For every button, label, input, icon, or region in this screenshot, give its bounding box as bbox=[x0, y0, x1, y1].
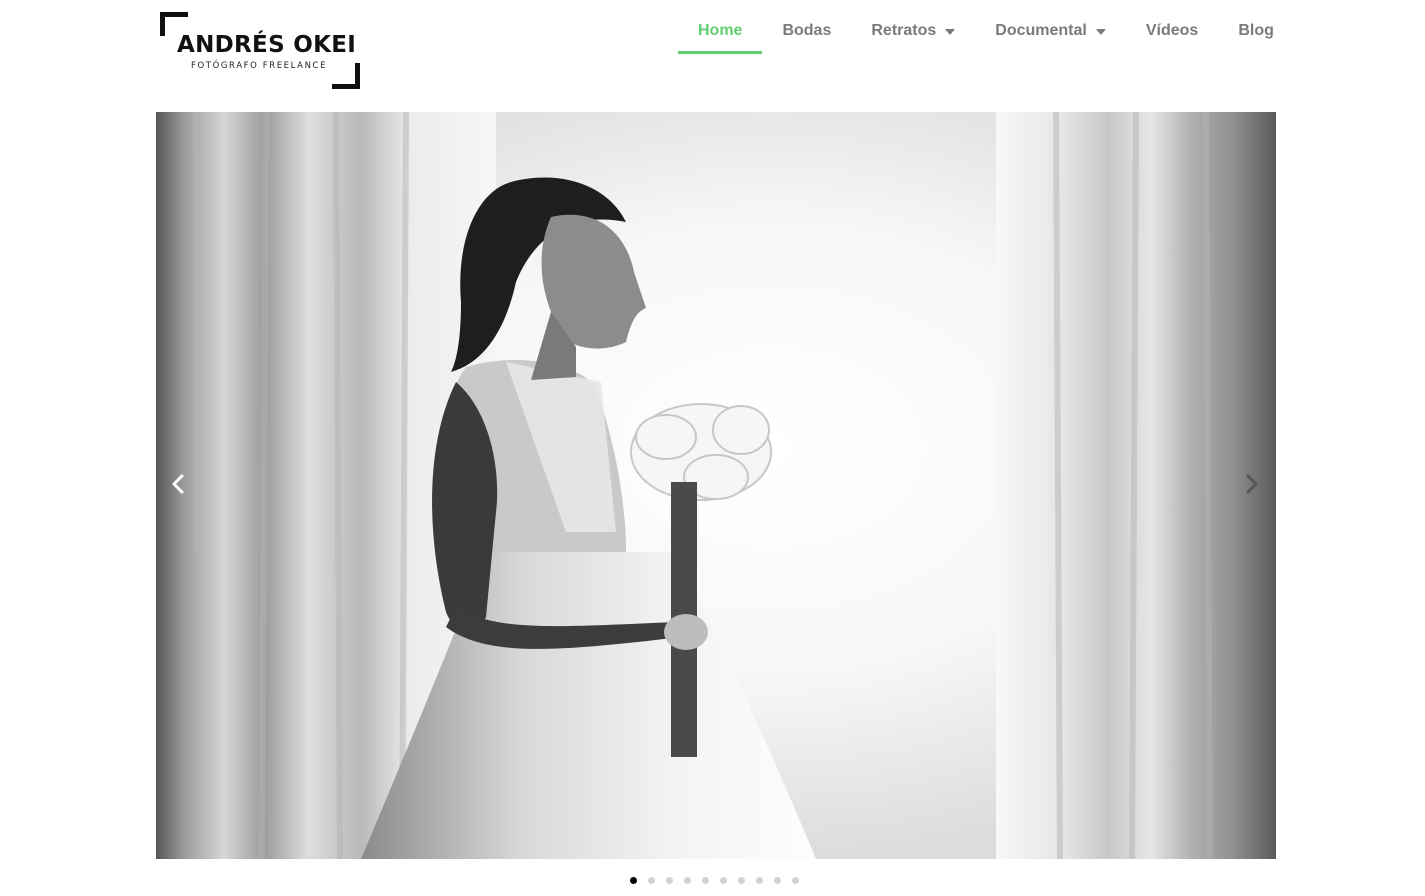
logo-subtitle: FOTÓGRAFO FREELANCE bbox=[191, 61, 328, 71]
chevron-left-icon bbox=[172, 474, 184, 494]
hero-slider[interactable] bbox=[156, 112, 1276, 859]
slider-dot[interactable] bbox=[648, 877, 655, 884]
slider-dot[interactable] bbox=[630, 877, 637, 884]
slider-dot[interactable] bbox=[774, 877, 781, 884]
nav-item-label: Vídeos bbox=[1145, 22, 1199, 39]
slider-dot[interactable] bbox=[702, 877, 709, 884]
logo-name: ANDRÉS OKEI bbox=[177, 32, 357, 58]
nav-item-label: Blog bbox=[1238, 22, 1274, 39]
slide-image-bride bbox=[156, 112, 1276, 859]
nav-item-documental[interactable]: Documental bbox=[975, 10, 1126, 54]
slider-dot[interactable] bbox=[738, 877, 745, 884]
slider-dot[interactable] bbox=[666, 877, 673, 884]
nav-item-bodas[interactable]: Bodas bbox=[762, 10, 851, 54]
nav-item-videos[interactable]: Vídeos bbox=[1126, 10, 1218, 54]
nav-item-label: Documental bbox=[995, 22, 1087, 39]
slider-dot[interactable] bbox=[756, 877, 763, 884]
slider-dot[interactable] bbox=[792, 877, 799, 884]
bouquet bbox=[630, 403, 772, 501]
nav-item-retratos[interactable]: Retratos bbox=[851, 10, 975, 54]
slider-pagination bbox=[630, 877, 799, 884]
logo-corner-top-left-vertical bbox=[160, 12, 165, 36]
chevron-down-icon bbox=[1095, 29, 1106, 35]
chevron-right-icon bbox=[1246, 474, 1258, 494]
nav-item-label: Retratos bbox=[871, 22, 937, 39]
slider-dot[interactable] bbox=[720, 877, 727, 884]
slider-next-button[interactable] bbox=[1235, 467, 1269, 501]
nav-item-home[interactable]: Home bbox=[678, 10, 763, 54]
slider-dot[interactable] bbox=[684, 877, 691, 884]
chevron-down-icon bbox=[945, 29, 956, 35]
slider-prev-button[interactable] bbox=[161, 467, 195, 501]
nav-item-blog[interactable]: Blog bbox=[1218, 10, 1294, 54]
nav-item-label: Home bbox=[698, 22, 743, 39]
main-nav: Home Bodas Retratos Documental Vídeos Bl… bbox=[678, 10, 1294, 56]
site-logo[interactable]: ANDRÉS OKEI FOTÓGRAFO FREELANCE bbox=[160, 12, 362, 90]
logo-corner-bottom-right-vertical bbox=[355, 63, 360, 89]
nav-item-label: Bodas bbox=[782, 22, 832, 39]
site-header: ANDRÉS OKEI FOTÓGRAFO FREELANCE Home Bod… bbox=[0, 0, 1425, 112]
